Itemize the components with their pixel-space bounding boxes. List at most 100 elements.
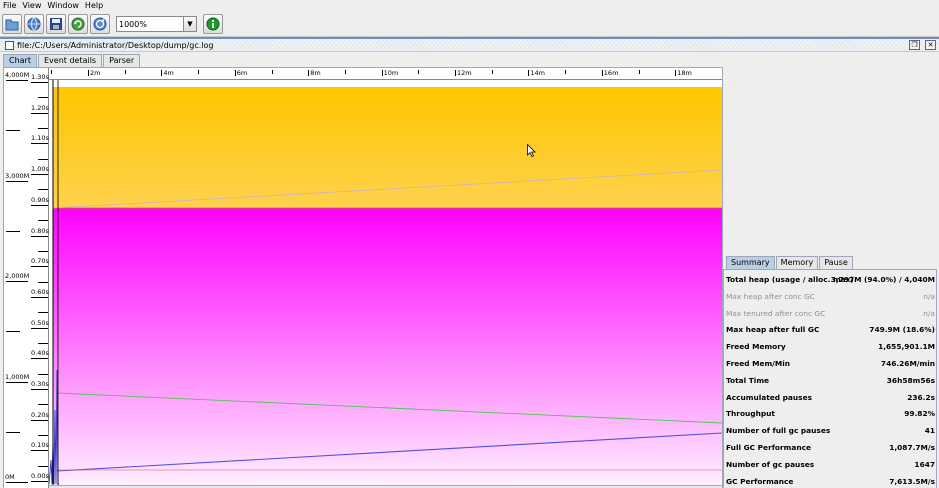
frame-title-bar[interactable]: file:/C:/Users/Administrator/Desktop/dum… [0,39,939,52]
pause-tick [31,327,48,329]
refresh-button[interactable] [68,14,88,34]
memory-tick-label: 2,000M [5,272,30,280]
summary-row: Number of gc pauses 1647 [726,457,936,473]
pause-tick [31,450,48,452]
memory-tick-label: 4,000M [5,71,30,79]
pause-tick [31,481,48,483]
time-ruler: 2m 4m 6m 8m 10m 12m 14m 16m 18m [49,68,722,80]
memory-minor-tick [6,431,20,433]
time-tick-label: 16m [603,69,619,77]
about-button[interactable] [203,14,223,34]
time-tick-label: 12m [457,69,472,77]
summary-value: 36h58m56s [886,375,935,385]
time-tick [528,70,530,76]
summary-row: Max heap after conc GC n/a [726,289,936,305]
memory-tick-label: 3,000M [5,171,30,180]
pause-minor-tick [38,373,48,375]
tab-parser[interactable]: Parser [103,54,141,67]
summary-row: Accumulated pauses 236.2s [726,390,936,406]
gc-chart[interactable]: 1.30s 1.20s 1.10s 1.00s 0.90s 0.80s 0.70s 0.60s… [3,67,723,488]
chart-svg [49,80,722,487]
summary-value: 236.2s [907,392,935,402]
zoom-dropdown-button[interactable]: ▼ [183,17,196,31]
menu-window[interactable]: Window [44,0,82,11]
summary-value: 3,797M (94.0%) / 4,040M [830,275,935,284]
close-button[interactable]: ✕ [925,40,936,50]
memory-tick [6,180,28,182]
summary-row: Full GC Performance 1,087.7M/s [726,440,936,456]
menu-view[interactable]: View [19,0,44,11]
tab-event-details[interactable]: Event details [37,54,103,67]
summary-value: 746.26M/min [880,359,935,368]
pause-minor-tick [38,404,48,406]
summary-value: 749.9M (18.6%) [869,325,935,335]
zoom-combobox[interactable]: ▼ [116,16,197,32]
refresh-icon [71,17,85,31]
info-icon [206,17,220,31]
time-minor-tick [124,70,126,74]
chevron-down-icon: ▼ [187,20,193,28]
pause-tick-label: 0.20s [31,410,49,419]
y-axes: 1.30s 1.20s 1.10s 1.00s 0.90s 0.80s 0.70s 0.60s… [4,68,49,488]
pause-tick-label: 0.40s [31,349,49,358]
total-heap-area [53,87,722,208]
restore-button[interactable]: ❐ [909,40,920,50]
export-button[interactable] [46,14,66,34]
zoom-input[interactable] [117,17,184,31]
pause-tick-label: 0.50s [31,318,49,327]
time-tick-label: 14m [530,69,545,77]
time-tick-label: 8m [310,69,321,77]
tab-summary[interactable]: Summary [726,256,775,269]
time-tick-label: 2m [90,69,101,77]
open-url-button[interactable] [24,14,44,34]
summary-label: Max heap after full GC [726,325,820,335]
tab-chart[interactable]: Chart [3,54,37,67]
time-tick [675,70,677,76]
summary-row: Freed Mem/Min 746.26M/min [726,356,936,372]
summary-value: 1,087.7M/s [889,443,935,452]
time-tick-label: 4m [163,69,174,77]
mouse-cursor-icon [527,144,536,157]
close-icon: ✕ [927,41,934,49]
summary-row: Total Time 36h58m56s [726,373,936,389]
chart-plot-area[interactable] [49,80,722,487]
save-icon [50,18,62,30]
summary-label: Freed Mem/Min [726,359,791,368]
summary-row: GC Performance 7,613.5M/s [726,474,936,488]
frame-title: file:/C:/Users/Administrator/Desktop/dum… [17,41,214,50]
time-minor-tick [51,70,53,74]
summary-value: 1647 [914,459,935,469]
pause-tick [31,143,48,145]
toolbar: ▼ [0,11,939,37]
summary-row: Number of full gc pauses 41 [726,423,936,439]
pause-minor-tick [38,250,48,252]
time-tick [308,70,310,76]
document-frame: file:/C:/Users/Administrator/Desktop/dum… [0,37,939,488]
gcviewer-window: File View Window Help ▼ f [0,0,939,488]
pause-minor-tick [38,97,48,99]
time-tick-label: 6m [236,69,248,77]
time-minor-tick [418,70,420,74]
open-file-button[interactable] [2,14,22,34]
menu-help[interactable]: Help [82,0,106,11]
menu-file[interactable]: File [0,0,19,11]
pause-minor-tick [38,220,48,222]
summary-value: 99.82% [904,409,935,419]
summary-value: 1,655,901.1M [878,342,935,352]
tab-memory[interactable]: Memory [775,256,819,269]
time-minor-tick [491,70,493,74]
globe-icon [27,17,41,31]
pause-minor-tick [38,342,48,344]
memory-tick-label: 1,000M [5,372,30,381]
summary-value: 41 [924,426,935,436]
summary-label: Throughput [726,409,775,419]
summary-row: Throughput 99.82% [726,406,936,422]
summary-row: Max tenured after conc GC n/a [726,306,936,322]
summary-row: Freed Memory 1,655,901.1M [726,339,936,355]
summary-panel: Total heap (usage / alloc. max) 3,797M (9… [723,269,937,488]
time-minor-tick [198,70,200,74]
pause-tick [31,235,48,237]
tab-pause[interactable]: Pause [819,256,853,269]
watch-button[interactable] [90,14,110,34]
pause-tick [31,296,48,298]
